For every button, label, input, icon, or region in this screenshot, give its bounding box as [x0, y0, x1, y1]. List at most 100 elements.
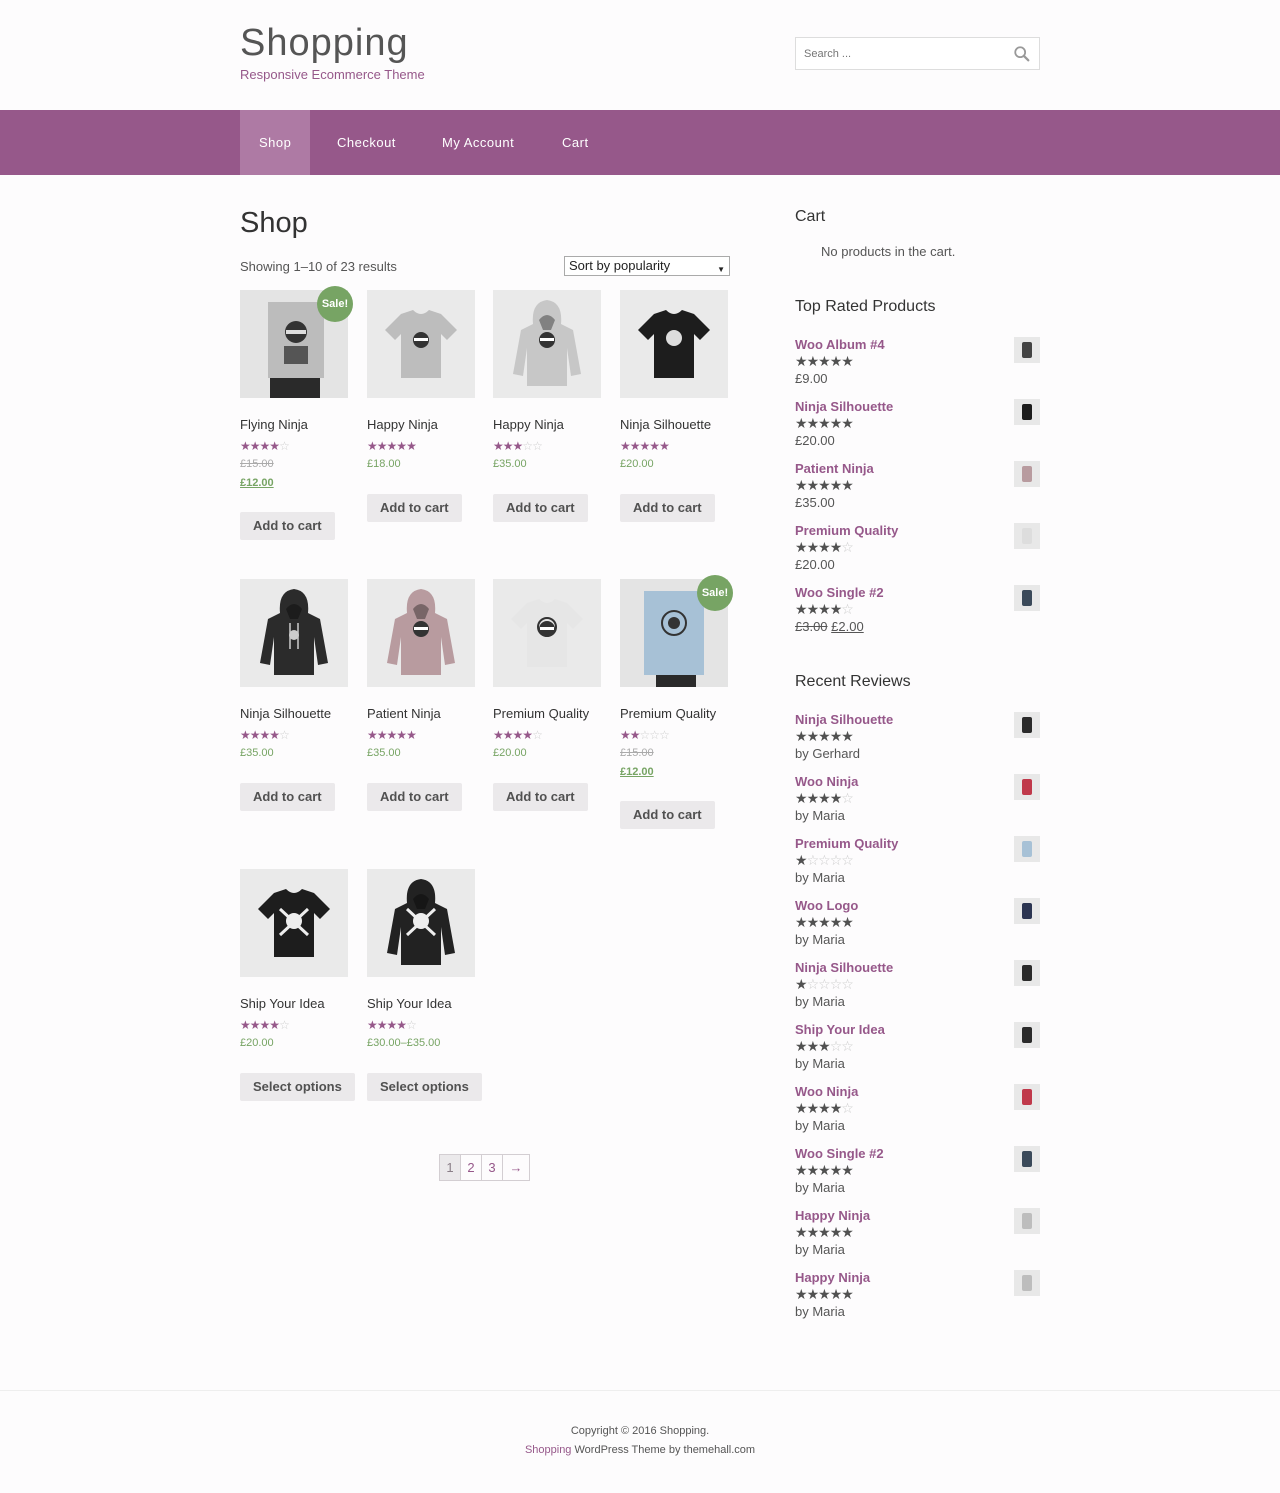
product-image[interactable]	[367, 579, 475, 687]
site-tagline: Responsive Ecommerce Theme	[240, 67, 425, 82]
product-card: Ship Your Idea ★★★★☆ £30.00–£35.00 Selec…	[367, 869, 482, 1101]
review-author: by Maria	[795, 932, 845, 947]
product-rating-stars: ★★★★★	[620, 439, 670, 453]
nav-item-cart[interactable]: Cart	[543, 110, 608, 175]
product-rating-stars: ★★★☆☆	[493, 439, 543, 453]
nav-item-my-account[interactable]: My Account	[423, 110, 533, 175]
product-image[interactable]	[493, 290, 601, 398]
side-item-thumbnail[interactable]	[1014, 1270, 1040, 1296]
page-3[interactable]: 3	[482, 1155, 503, 1180]
side-item-title[interactable]: Happy Ninja	[795, 1208, 870, 1223]
product-card: Premium Quality ★★★★☆ £20.00 Add to cart	[493, 579, 603, 811]
product-price: £20.00	[240, 1037, 274, 1049]
side-item-title[interactable]: Premium Quality	[795, 523, 898, 538]
side-item-thumbnail[interactable]	[1014, 337, 1040, 363]
cart-empty-message: No products in the cart.	[821, 244, 956, 259]
product-title[interactable]: Happy Ninja	[367, 417, 438, 432]
side-item-thumbnail[interactable]	[1014, 712, 1040, 738]
side-item-title[interactable]: Patient Ninja	[795, 461, 874, 476]
review-author: by Maria	[795, 994, 845, 1009]
side-item-title[interactable]: Premium Quality	[795, 836, 898, 851]
select-options-button[interactable]: Select options	[240, 1073, 355, 1101]
side-item-price: £35.00	[795, 495, 835, 510]
product-title[interactable]: Premium Quality	[620, 706, 716, 721]
select-options-button[interactable]: Select options	[367, 1073, 482, 1101]
add-to-cart-button[interactable]: Add to cart	[240, 512, 335, 540]
product-rating-stars: ★★★★☆	[240, 1018, 290, 1032]
product-image[interactable]	[493, 579, 601, 687]
review-author: by Gerhard	[795, 746, 861, 761]
recent-reviews-widget-title: Recent Reviews	[795, 673, 911, 690]
side-item-thumbnail[interactable]	[1014, 399, 1040, 425]
side-item-thumbnail[interactable]	[1014, 1084, 1040, 1110]
add-to-cart-button[interactable]: Add to cart	[240, 783, 335, 811]
side-item-thumbnail[interactable]	[1014, 1208, 1040, 1234]
side-item-title[interactable]: Woo Ninja	[795, 1084, 858, 1099]
review-author: by Maria	[795, 1056, 845, 1071]
product-title[interactable]: Patient Ninja	[367, 706, 441, 721]
product-price: £15.00	[620, 747, 654, 759]
nav-item-checkout[interactable]: Checkout	[318, 110, 415, 175]
side-item-title[interactable]: Happy Ninja	[795, 1270, 870, 1285]
side-item-title[interactable]: Woo Logo	[795, 898, 858, 913]
side-item-rating-stars: ★★★★★	[795, 477, 854, 493]
product-rating-stars: ★★★★☆	[493, 728, 543, 742]
product-title[interactable]: Flying Ninja	[240, 417, 308, 432]
product-image[interactable]	[367, 869, 475, 977]
product-title[interactable]: Ninja Silhouette	[240, 706, 331, 721]
side-item-title[interactable]: Woo Single #2	[795, 585, 884, 600]
footer-credit-brand-link[interactable]: Shopping	[525, 1444, 572, 1456]
review-item: Ninja Silhouette ★★★★★ by Gerhard	[795, 712, 1040, 774]
side-item-thumbnail[interactable]	[1014, 1022, 1040, 1048]
add-to-cart-button[interactable]: Add to cart	[493, 494, 588, 522]
side-item-title[interactable]: Woo Ninja	[795, 774, 858, 789]
side-item-thumbnail[interactable]	[1014, 523, 1040, 549]
add-to-cart-button[interactable]: Add to cart	[620, 801, 715, 829]
top-rated-item: Ninja Silhouette ★★★★★ £20.00	[795, 399, 1040, 461]
product-sale-price: £12.00	[240, 477, 274, 489]
sale-badge: Sale!	[697, 575, 733, 611]
product-image[interactable]	[240, 579, 348, 687]
review-author: by Maria	[795, 808, 845, 823]
product-price: £35.00	[493, 458, 527, 470]
product-image[interactable]	[240, 869, 348, 977]
add-to-cart-button[interactable]: Add to cart	[620, 494, 715, 522]
side-item-title[interactable]: Ninja Silhouette	[795, 712, 893, 727]
product-title[interactable]: Premium Quality	[493, 706, 589, 721]
site-title[interactable]: Shopping	[240, 22, 409, 65]
product-card: Happy Ninja ★★★★★ £18.00 Add to cart	[367, 290, 477, 522]
side-item-price: £20.00	[795, 433, 835, 448]
product-card: Sale! Premium Quality ★★☆☆☆ £15.00 £12.0…	[620, 575, 733, 829]
add-to-cart-button[interactable]: Add to cart	[367, 783, 462, 811]
side-item-thumbnail[interactable]	[1014, 585, 1040, 611]
side-item-title[interactable]: Woo Single #2	[795, 1146, 884, 1161]
add-to-cart-button[interactable]: Add to cart	[367, 494, 462, 522]
side-item-thumbnail[interactable]	[1014, 774, 1040, 800]
product-title[interactable]: Ship Your Idea	[240, 996, 325, 1011]
product-image[interactable]	[620, 290, 728, 398]
page-2[interactable]: 2	[461, 1155, 482, 1180]
search-input[interactable]	[796, 38, 1006, 69]
product-title[interactable]: Happy Ninja	[493, 417, 564, 432]
side-item-title[interactable]: Ninja Silhouette	[795, 960, 893, 975]
side-item-thumbnail[interactable]	[1014, 836, 1040, 862]
side-item-thumbnail[interactable]	[1014, 461, 1040, 487]
nav-item-shop[interactable]: Shop	[240, 110, 311, 175]
product-price: £15.00	[240, 458, 274, 470]
sort-select[interactable]: Sort by popularity ▼	[564, 256, 730, 276]
side-item-rating-stars: ★☆☆☆☆	[795, 976, 854, 992]
side-item-thumbnail[interactable]	[1014, 960, 1040, 986]
side-item-title[interactable]: Woo Album #4	[795, 337, 885, 352]
product-title[interactable]: Ship Your Idea	[367, 996, 452, 1011]
side-item-title[interactable]: Ninja Silhouette	[795, 399, 893, 414]
add-to-cart-button[interactable]: Add to cart	[493, 783, 588, 811]
search-icon[interactable]	[1013, 45, 1031, 63]
next-page-arrow[interactable]: →	[503, 1155, 529, 1180]
product-image[interactable]	[367, 290, 475, 398]
side-item-thumbnail[interactable]	[1014, 898, 1040, 924]
search-box	[795, 37, 1040, 70]
side-item-title[interactable]: Ship Your Idea	[795, 1022, 885, 1037]
side-item-thumbnail[interactable]	[1014, 1146, 1040, 1172]
side-item-price: £3.00 £2.00	[795, 619, 864, 634]
product-title[interactable]: Ninja Silhouette	[620, 417, 711, 432]
